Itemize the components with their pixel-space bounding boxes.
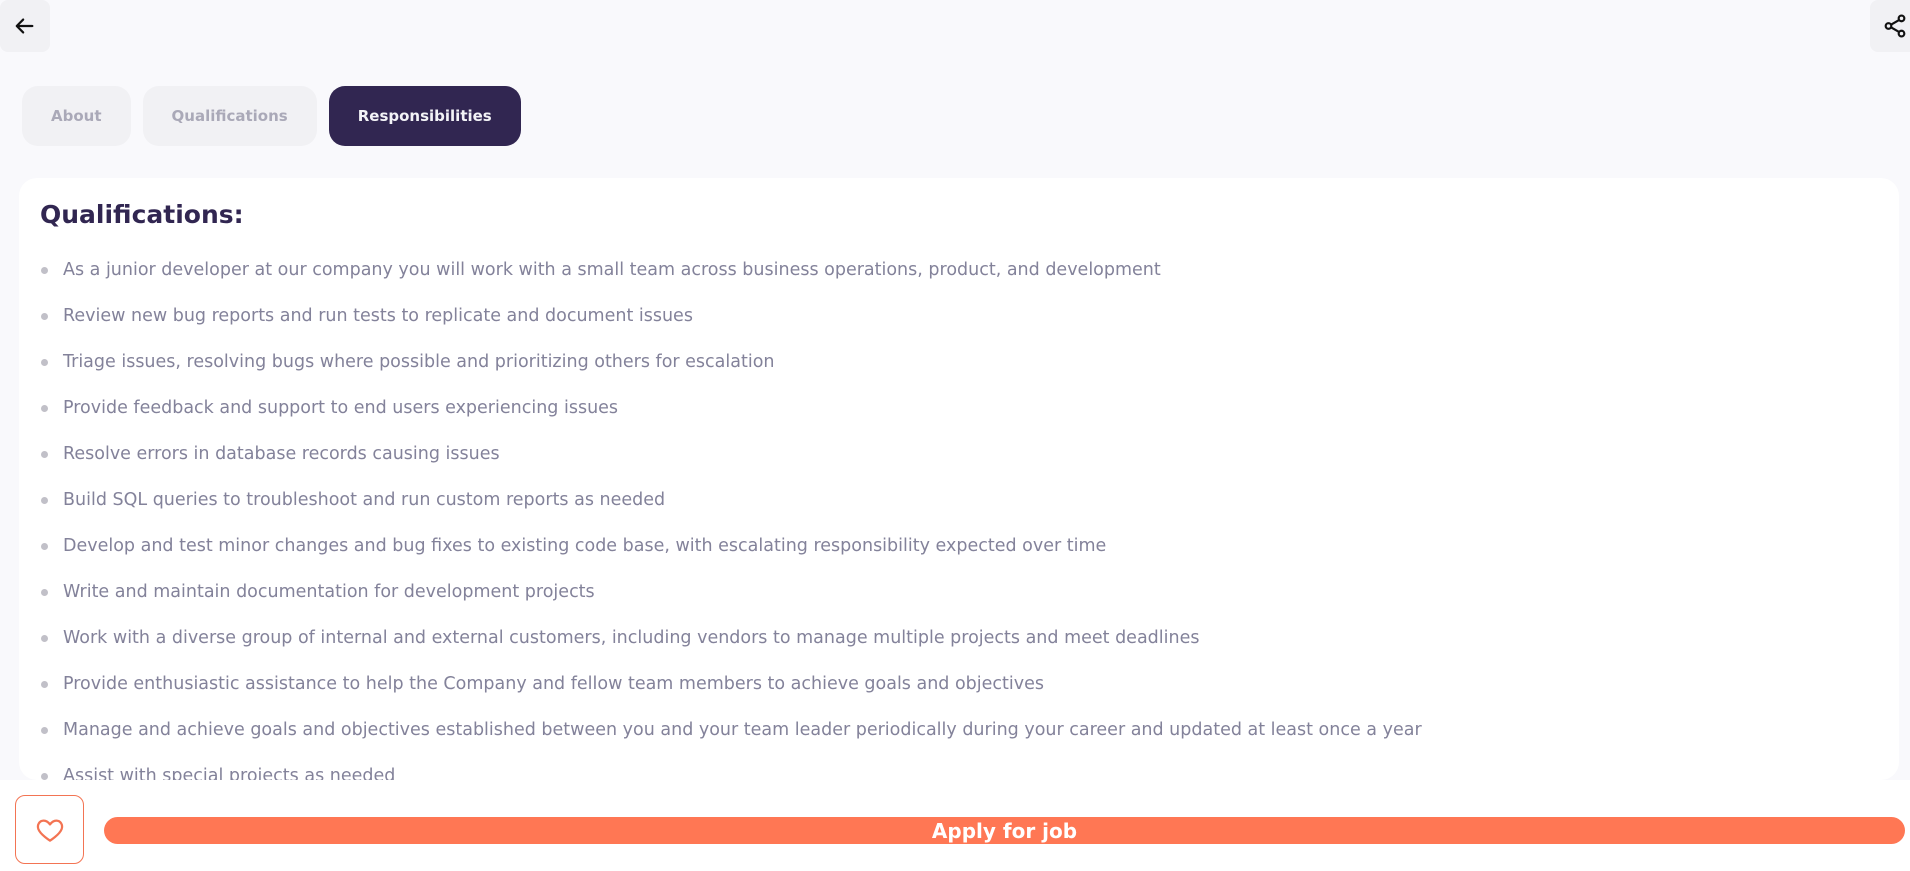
list-item-text: Review new bug reports and run tests to … (63, 306, 693, 326)
bullet-dot (41, 496, 48, 504)
list-item-text: Develop and test minor changes and bug f… (63, 536, 1107, 556)
back-button[interactable] (0, 0, 50, 52)
bullet-dot (41, 634, 48, 642)
bullet-dot (41, 726, 48, 734)
list-item: Resolve errors in database records causi… (40, 431, 1878, 477)
list-item: Provide enthusiastic assistance to help … (40, 661, 1878, 707)
list-item: As a junior developer at our company you… (40, 247, 1878, 293)
list-item-text: Provide enthusiastic assistance to help … (63, 674, 1045, 694)
list-item-text: Resolve errors in database records causi… (63, 444, 500, 464)
bullet-dot (41, 680, 48, 688)
list-item-text: Triage issues, resolving bugs where poss… (63, 352, 775, 372)
list-item-text: Manage and achieve goals and objectives … (63, 720, 1422, 740)
arrow-left-icon (15, 18, 34, 34)
bullet-dot (41, 312, 48, 320)
list-item-text: Assist with special projects as needed (63, 766, 396, 780)
job-details-page: About Qualifications Responsibilities Qu… (0, 0, 1910, 871)
list-item: Review new bug reports and run tests to … (40, 293, 1878, 339)
tab-about[interactable]: About (22, 86, 131, 146)
bullet-dot (41, 358, 48, 366)
tab-bar: About Qualifications Responsibilities (22, 86, 521, 146)
list-item-text: Provide feedback and support to end user… (63, 398, 619, 418)
list-item-text: As a junior developer at our company you… (63, 260, 1161, 280)
list-item-text: Write and maintain documentation for dev… (63, 582, 595, 602)
tab-responsibilities[interactable]: Responsibilities (328, 86, 521, 146)
list-item-text: Build SQL queries to troubleshoot and ru… (63, 490, 666, 510)
list-item: Provide feedback and support to end user… (40, 385, 1878, 431)
bullet-dot (41, 772, 48, 780)
content-card[interactable]: Qualifications: As a junior developer at… (19, 178, 1899, 780)
section-title: Qualifications: (40, 200, 244, 229)
apply-button[interactable]: Apply for job (104, 817, 1905, 844)
list-item: Develop and test minor changes and bug f… (40, 523, 1878, 569)
tab-qualifications[interactable]: Qualifications (142, 86, 317, 146)
like-button[interactable] (15, 795, 84, 864)
list-item: Manage and achieve goals and objectives … (40, 707, 1878, 753)
bullet-dot (41, 588, 48, 596)
share-icon (1884, 14, 1906, 38)
list-item-text: Work with a diverse group of internal an… (63, 628, 1200, 648)
list-item: Work with a diverse group of internal an… (40, 615, 1878, 661)
list-item: Write and maintain documentation for dev… (40, 569, 1878, 615)
list-item: Build SQL queries to troubleshoot and ru… (40, 477, 1878, 523)
list-item: Assist with special projects as needed (40, 753, 1878, 780)
bullet-dot (41, 404, 48, 412)
bullet-dot (41, 450, 48, 458)
share-button[interactable] (1870, 0, 1910, 52)
footer-bar: Apply for job (0, 780, 1910, 871)
heart-icon (36, 819, 63, 842)
list-item: Triage issues, resolving bugs where poss… (40, 339, 1878, 385)
bullet-dot (41, 542, 48, 550)
qualifications-list: As a junior developer at our company you… (40, 247, 1878, 780)
bullet-dot (41, 266, 48, 274)
